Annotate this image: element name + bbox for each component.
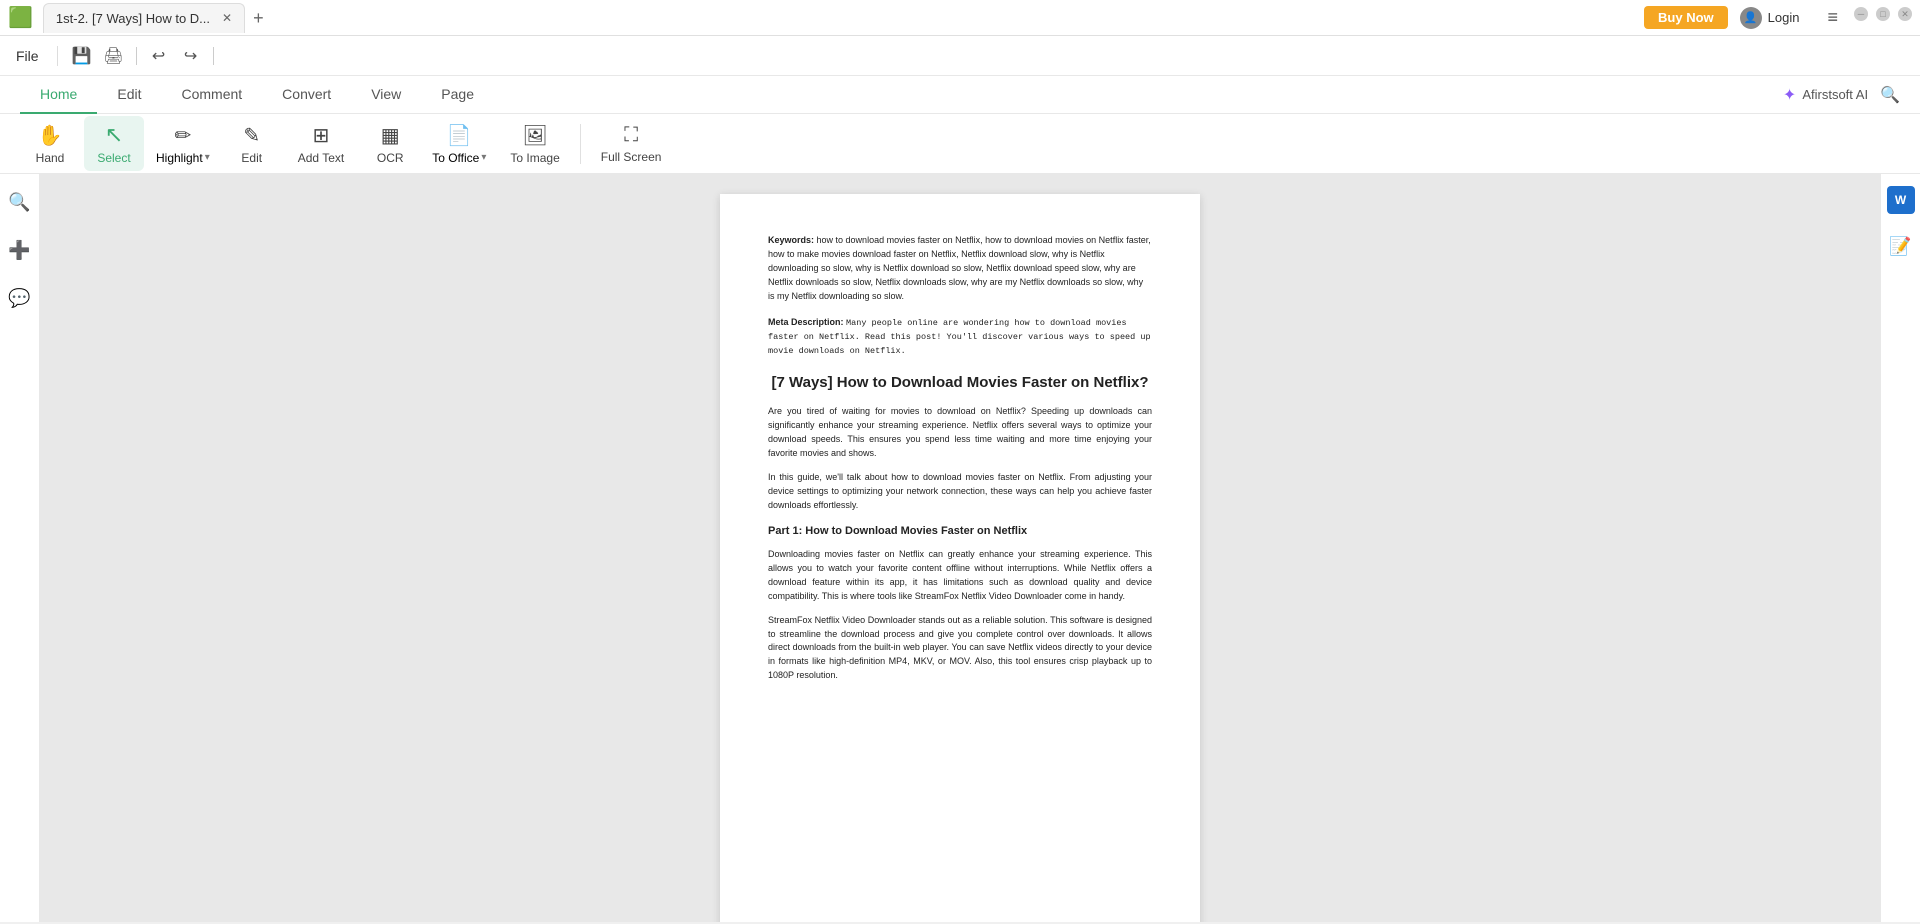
browser-tab[interactable]: 1st-2. [7 Ways] How to D... ✕ bbox=[43, 3, 245, 33]
maximize-button[interactable]: □ bbox=[1876, 7, 1890, 21]
tab-view[interactable]: View bbox=[351, 76, 421, 114]
doc-paragraph-3: Downloading movies faster on Netflix can… bbox=[768, 548, 1152, 604]
print-icon: 🖨 bbox=[103, 46, 123, 66]
full-screen-icon: ⛶ bbox=[624, 124, 638, 147]
full-screen-tool-button[interactable]: ⛶ Full Screen bbox=[589, 118, 674, 170]
right-sidebar-edit-icon[interactable]: 📝 bbox=[1885, 230, 1917, 262]
to-office-dropdown-icon: ▾ bbox=[481, 152, 486, 163]
to-office-tool-button[interactable]: 📄 To Office ▾ bbox=[424, 117, 494, 171]
ocr-icon: ▦ bbox=[381, 123, 400, 148]
doc-paragraph-4: StreamFox Netflix Video Downloader stand… bbox=[768, 614, 1152, 684]
file-menu[interactable]: File bbox=[16, 48, 39, 64]
ocr-label: OCR bbox=[377, 151, 404, 165]
title-bar-right: Buy Now 👤 Login ≡ ─ □ ✕ bbox=[1644, 6, 1912, 29]
to-image-tool-button[interactable]: 🖼 To Image bbox=[498, 117, 571, 171]
save-button[interactable]: 💾 bbox=[68, 42, 96, 70]
title-bar: 🟩 1st-2. [7 Ways] How to D... ✕ + Buy No… bbox=[0, 0, 1920, 36]
select-icon: ↖ bbox=[105, 122, 123, 148]
save-icon: 💾 bbox=[72, 46, 92, 66]
nav-tabs: Home Edit Comment Convert View Page ✦ Af… bbox=[0, 76, 1920, 114]
doc-keywords-section: Keywords: how to download movies faster … bbox=[768, 234, 1152, 304]
menu-bar: File 💾 🖨 ↩ ↪ bbox=[0, 36, 1920, 76]
ocr-tool-button[interactable]: ▦ OCR bbox=[360, 117, 420, 171]
tab-edit[interactable]: Edit bbox=[97, 76, 161, 114]
undo-icon: ↩ bbox=[152, 46, 165, 66]
hand-label: Hand bbox=[36, 151, 65, 165]
login-area[interactable]: 👤 Login bbox=[1740, 7, 1800, 29]
document-area[interactable]: Keywords: how to download movies faster … bbox=[40, 174, 1880, 922]
print-button[interactable]: 🖨 bbox=[100, 42, 128, 70]
right-sidebar: W 📝 bbox=[1880, 174, 1920, 922]
meta-label: Meta Description: bbox=[768, 317, 844, 327]
select-tool-button[interactable]: ↖ Select bbox=[84, 116, 144, 171]
redo-button[interactable]: ↪ bbox=[177, 42, 205, 70]
highlight-label: Highlight bbox=[156, 151, 203, 165]
user-avatar: 👤 bbox=[1740, 7, 1762, 29]
tab-convert[interactable]: Convert bbox=[262, 76, 351, 114]
edit-tool-button[interactable]: ✎ Edit bbox=[222, 117, 282, 171]
search-icon: 🔍 bbox=[1880, 87, 1900, 104]
doc-heading-1: [7 Ways] How to Download Movies Faster o… bbox=[768, 372, 1152, 393]
hand-tool-button[interactable]: ✋ Hand bbox=[20, 117, 80, 171]
new-tab-button[interactable]: + bbox=[253, 9, 264, 27]
tab-close-button[interactable]: ✕ bbox=[222, 11, 232, 25]
main-layout: 🔍 ➕ 💬 Keywords: how to download movies f… bbox=[0, 174, 1920, 922]
toolbar: ✋ Hand ↖ Select ✏ Highlight ▾ ✎ Edit ⊞ A… bbox=[0, 114, 1920, 174]
highlight-tool-button[interactable]: ✏ Highlight ▾ bbox=[148, 117, 218, 171]
window-controls: ≡ ─ □ ✕ bbox=[1827, 7, 1912, 28]
hand-icon: ✋ bbox=[38, 123, 63, 148]
menu-divider-2 bbox=[213, 47, 214, 65]
document-page: Keywords: how to download movies faster … bbox=[720, 194, 1200, 922]
search-button[interactable]: 🔍 bbox=[1880, 85, 1900, 105]
tab-page[interactable]: Page bbox=[421, 76, 494, 114]
tab-title: 1st-2. [7 Ways] How to D... bbox=[56, 11, 210, 26]
buy-now-button[interactable]: Buy Now bbox=[1644, 6, 1728, 29]
nav-right-area: ✦ Afirstsoft AI 🔍 bbox=[1783, 85, 1900, 105]
translate-button[interactable]: W bbox=[1887, 186, 1915, 214]
to-office-label: To Office bbox=[432, 151, 479, 165]
tab-home[interactable]: Home bbox=[20, 76, 97, 114]
menu-separator-1 bbox=[57, 46, 58, 66]
add-text-tool-button[interactable]: ⊞ Add Text bbox=[286, 117, 356, 171]
ai-button[interactable]: ✦ Afirstsoft AI bbox=[1783, 85, 1868, 105]
keywords-text: how to download movies faster on Netflix… bbox=[768, 235, 1151, 301]
sidebar-comment-icon[interactable]: 💬 bbox=[4, 282, 36, 314]
full-screen-label: Full Screen bbox=[601, 150, 662, 164]
select-label: Select bbox=[97, 151, 130, 165]
keywords-label: Keywords: bbox=[768, 235, 814, 245]
close-button[interactable]: ✕ bbox=[1898, 7, 1912, 21]
undo-button[interactable]: ↩ bbox=[145, 42, 173, 70]
left-sidebar: 🔍 ➕ 💬 bbox=[0, 174, 40, 922]
doc-meta-section: Meta Description: Many people online are… bbox=[768, 316, 1152, 359]
to-image-icon: 🖼 bbox=[522, 123, 547, 148]
ai-star-icon: ✦ bbox=[1783, 85, 1796, 105]
add-text-label: Add Text bbox=[298, 151, 344, 165]
tab-comment[interactable]: Comment bbox=[161, 76, 262, 114]
to-image-label: To Image bbox=[510, 151, 559, 165]
highlight-dropdown-icon: ▾ bbox=[205, 152, 210, 163]
hamburger-icon[interactable]: ≡ bbox=[1827, 7, 1838, 28]
toolbar-separator bbox=[580, 124, 581, 164]
edit-icon: ✎ bbox=[243, 123, 260, 148]
login-label: Login bbox=[1768, 10, 1800, 25]
to-office-icon: 📄 bbox=[447, 123, 472, 148]
sidebar-search-icon[interactable]: 🔍 bbox=[4, 186, 36, 218]
redo-icon: ↪ bbox=[184, 46, 197, 66]
sidebar-add-icon[interactable]: ➕ bbox=[4, 234, 36, 266]
add-text-icon: ⊞ bbox=[313, 123, 330, 148]
app-logo: 🟩 bbox=[8, 5, 33, 30]
highlight-icon: ✏ bbox=[174, 123, 191, 148]
edit-label: Edit bbox=[241, 151, 262, 165]
ai-label: Afirstsoft AI bbox=[1802, 87, 1868, 102]
doc-paragraph-1: Are you tired of waiting for movies to d… bbox=[768, 405, 1152, 461]
doc-heading-2: Part 1: How to Download Movies Faster on… bbox=[768, 523, 1152, 540]
minimize-button[interactable]: ─ bbox=[1854, 7, 1868, 21]
menu-divider-1 bbox=[136, 47, 137, 65]
doc-paragraph-2: In this guide, we'll talk about how to d… bbox=[768, 471, 1152, 513]
